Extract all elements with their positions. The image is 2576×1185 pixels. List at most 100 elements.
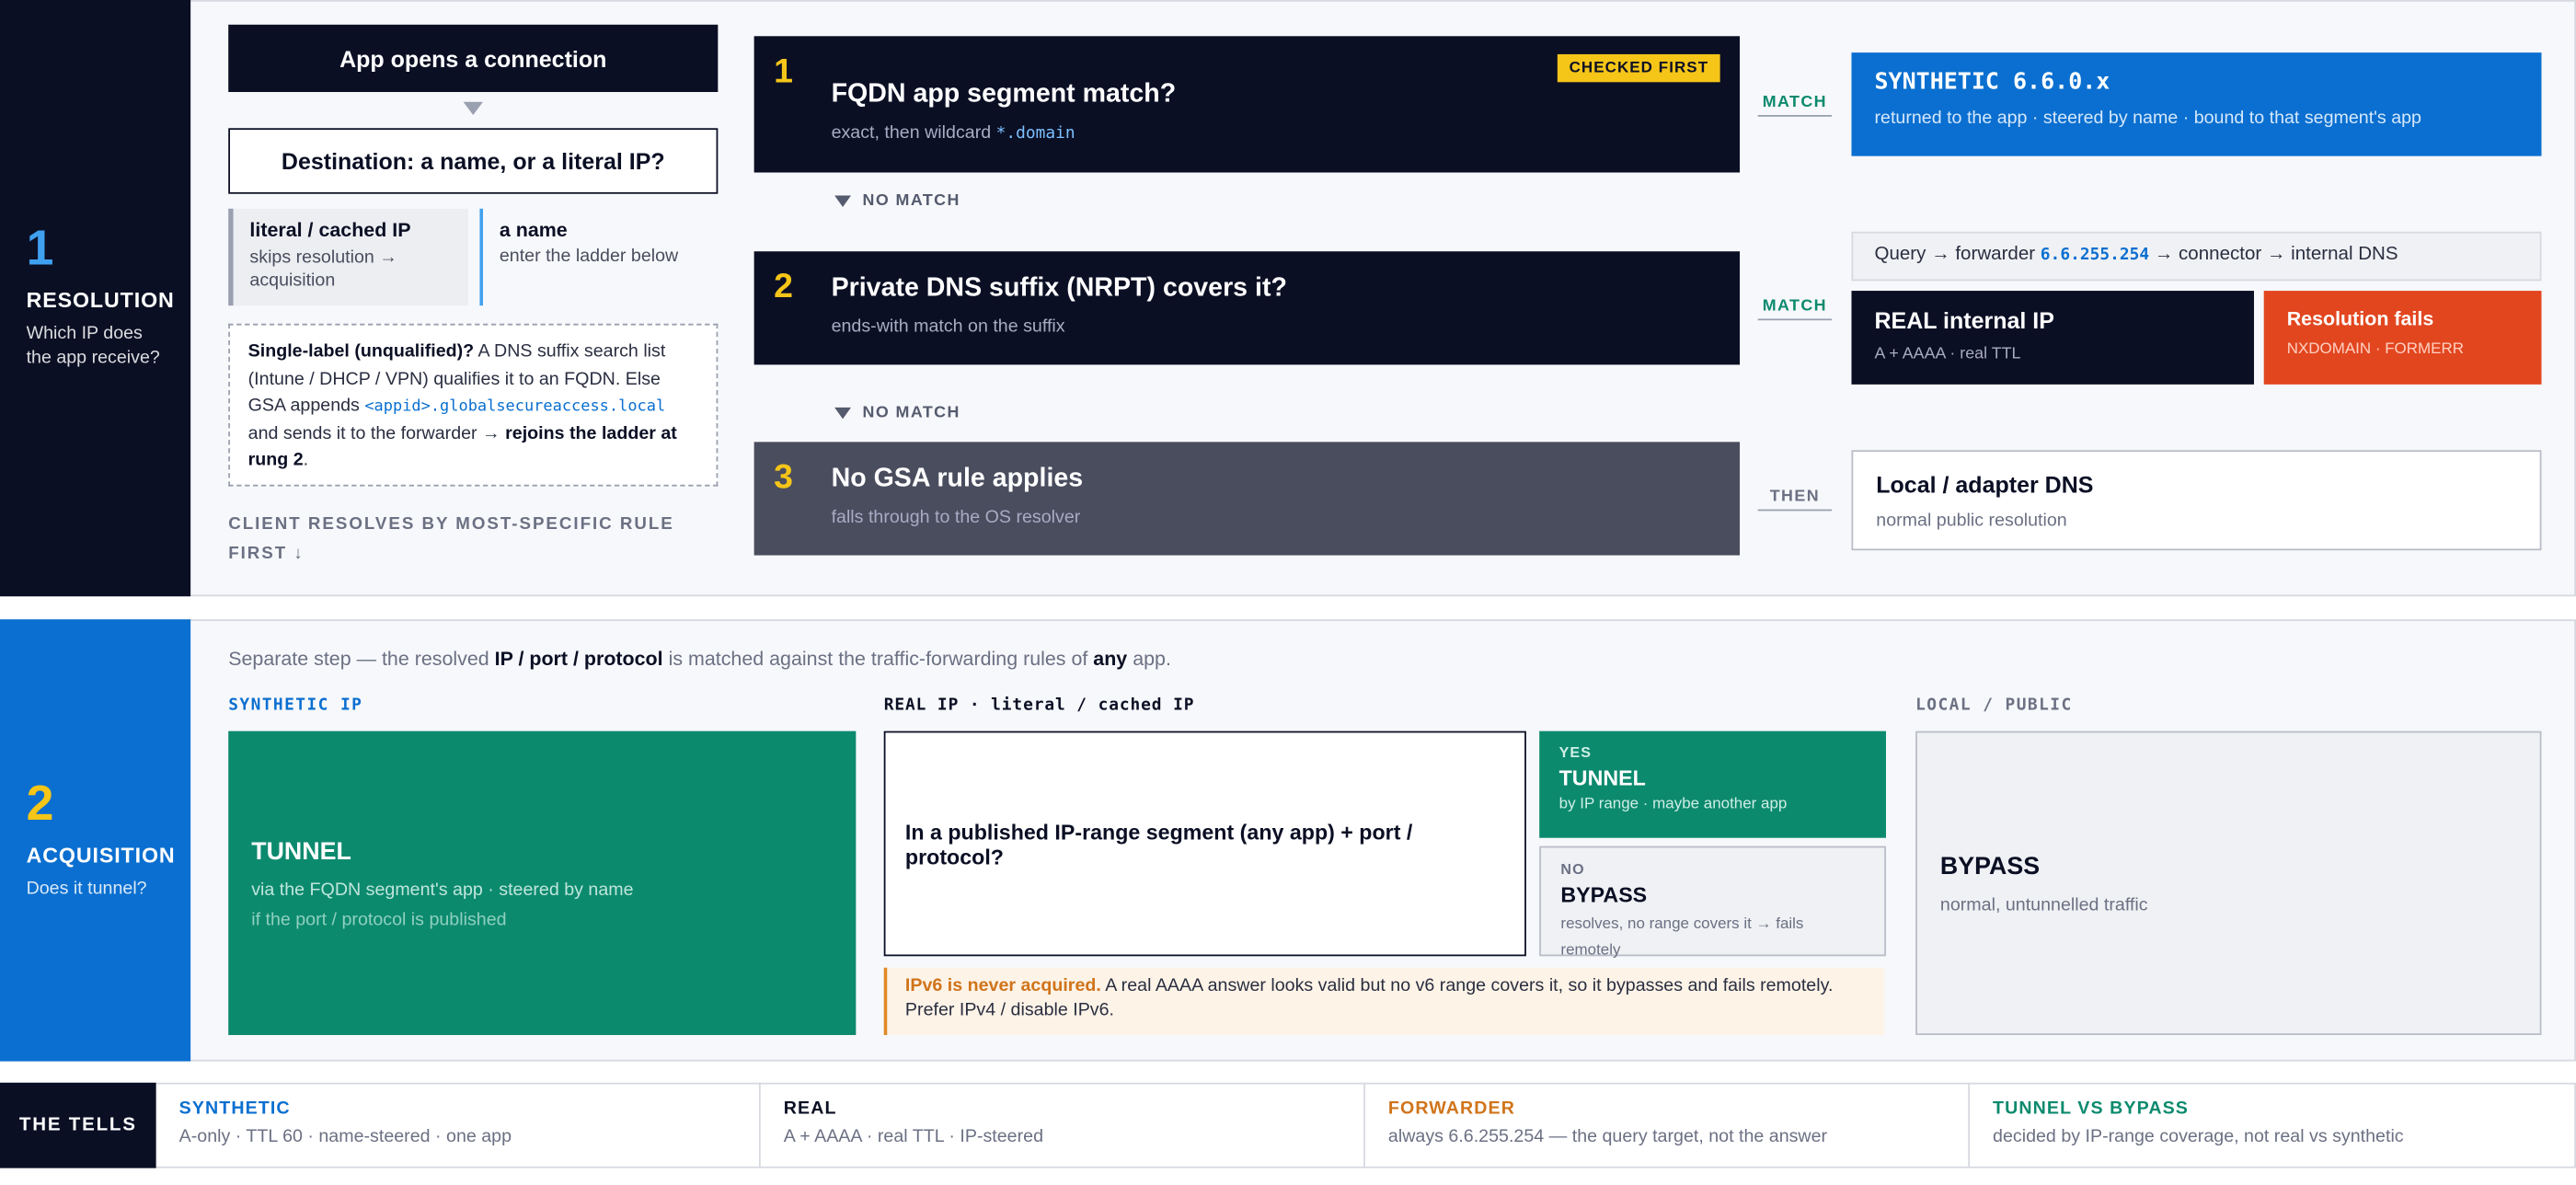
synthetic-tunnel-sub: via the FQDN segment's app · steered by … [251, 880, 634, 900]
literal-ip-sub: skips resolution → acquisition [249, 247, 397, 292]
yes-tag: YES [1558, 743, 1593, 761]
yes-tunnel-card: YES TUNNEL by IP range · maybe another a… [1539, 731, 1886, 838]
client-rule-caption: CLIENT RESOLVES BY MOST-SPECIFIC RULE FI… [228, 513, 674, 564]
no-bypass-title: BYPASS [1560, 881, 1648, 907]
acquisition-stage-label: 2 ACQUISITION Does it tunnel? [0, 619, 191, 1062]
real-ip-result: REAL internal IP A + AAAA · real TTL [1851, 291, 2254, 385]
synthetic-tunnel-title: TUNNEL [251, 836, 351, 866]
ipv6-warning-bold: IPv6 is never acquired. [904, 975, 1101, 996]
tell-synthetic: SYNTHETIC A-only · TTL 60 · name-steered… [156, 1082, 761, 1168]
acquisition-intro: Separate step — the resolved IP / port /… [228, 648, 1171, 671]
then-label: THEN [1769, 488, 1821, 506]
single-label-code: <appid>.globalsecureaccess.local [364, 397, 666, 416]
no-bypass-sub: resolves, no range covers it → fails rem… [1560, 915, 1804, 961]
resolution-stage-subtitle: Which IP does the app receive? [26, 324, 160, 368]
yes-tunnel-title: TUNNEL [1558, 765, 1646, 790]
resolution-stage-title: RESOLUTION [26, 287, 175, 313]
name-sub: enter the ladder below [499, 246, 679, 267]
ip-range-question: In a published IP-range segment (any app… [904, 819, 1413, 869]
synthetic-tunnel-sub2: if the port / protocol is published [251, 909, 507, 929]
tell-synthetic-text: A-only · TTL 60 · name-steered · one app [178, 1126, 512, 1147]
intro-text3: app. [1127, 647, 1171, 671]
intro-text1: Separate step — the resolved [228, 647, 495, 671]
rung-2-number: 2 [774, 268, 793, 306]
local-dns-subtitle: normal public resolution [1876, 511, 2067, 531]
single-label-bold: Single-label (unqualified)? [247, 341, 475, 362]
rung-3-title: No GSA rule applies [831, 465, 1084, 493]
rung-1-wildcard-code: *.domain [995, 124, 1075, 144]
rung-1: 1 FQDN app segment match? exact, then wi… [753, 36, 1741, 173]
checked-first-badge: CHECKED FIRST [1558, 53, 1720, 83]
rung-1-sub-text: exact, then wildcard [831, 122, 996, 144]
match-connector-2: MATCH [1757, 297, 1833, 321]
rung-3: 3 No GSA rule applies falls through to t… [753, 442, 1741, 556]
acquisition-stage-number: 2 [26, 776, 54, 831]
single-label-text2: and sends it to the forwarder → [247, 422, 506, 443]
destination-label: Destination: a name, or a literal IP? [281, 147, 665, 175]
intro-text2: is matched against the traffic-forwardin… [662, 647, 1094, 671]
real-ip-heading: REAL IP · literal / cached IP [883, 696, 1195, 715]
tell-forwarder-head: FORWARDER [1387, 1099, 1515, 1120]
rung-2-title: Private DNS suffix (NRPT) covers it? [831, 274, 1287, 303]
acquisition-stage-subtitle: Does it tunnel? [26, 878, 147, 899]
tell-forwarder-text: always 6.6.255.254 — the query target, n… [1387, 1126, 1828, 1147]
synthetic-result: SYNTHETIC 6.6.0.x returned to the app · … [1851, 52, 2542, 156]
tell-synthetic-head: SYNTHETIC [178, 1099, 291, 1120]
synthetic-tunnel-card: TUNNEL via the FQDN segment's app · stee… [228, 731, 857, 1035]
tells-label-box: THE TELLS [0, 1082, 156, 1168]
tell-forwarder: FORWARDER always 6.6.255.254 — the query… [1365, 1082, 1971, 1168]
connector-line [1757, 318, 1833, 321]
rung-3-number: 3 [774, 458, 793, 497]
tell-real-text: A + AAAA · real TTL · IP-steered [783, 1126, 1044, 1147]
resolution-stage-label: 1 RESOLUTION Which IP does the app recei… [0, 0, 191, 597]
name-card: a name enter the ladder below [479, 208, 718, 306]
literal-ip-card: literal / cached IP skips resolution → a… [228, 208, 468, 306]
local-bypass-sub: normal, untunnelled traffic [1939, 894, 2148, 915]
connector-line [1757, 509, 1833, 512]
query-forwarder-box: Query → forwarder 6.6.255.254 → connecto… [1851, 231, 2542, 282]
match-2-label: MATCH [1762, 297, 1828, 316]
then-connector: THEN [1757, 488, 1833, 512]
intro-any: any [1093, 647, 1128, 671]
literal-ip-title: literal / cached IP [249, 218, 411, 242]
single-label-end: . [303, 450, 309, 470]
match-connector-1: MATCH [1757, 93, 1833, 117]
destination-box: Destination: a name, or a literal IP? [228, 128, 719, 194]
rung-3-subtitle: falls through to the OS resolver [831, 507, 1081, 528]
match-1-label: MATCH [1762, 93, 1828, 112]
rung-1-title: FQDN app segment match? [831, 80, 1177, 109]
name-title: a name [499, 218, 568, 242]
tell-real: REAL A + AAAA · real TTL · IP-steered [761, 1082, 1365, 1168]
tell-tunnel-head: TUNNEL VS BYPASS [1993, 1099, 2189, 1120]
rung-1-number: 1 [774, 52, 793, 91]
no-tag: NO [1560, 860, 1585, 878]
local-dns-title: Local / adapter DNS [1876, 471, 2094, 499]
local-bypass-title: BYPASS [1939, 851, 2041, 880]
resolution-stage-number: 1 [26, 222, 54, 277]
real-ip-subtitle: A + AAAA · real TTL [1874, 344, 2021, 363]
resolution-fails-title: Resolution fails [2286, 306, 2434, 330]
forwarder-ip-code: 6.6.255.254 [2040, 246, 2150, 265]
synthetic-subtitle: returned to the app · steered by name · … [1874, 108, 2421, 129]
app-opens-box: App opens a connection [228, 24, 719, 92]
rung-2-subtitle: ends-with match on the suffix [831, 316, 1065, 338]
triangle-down-icon [834, 407, 851, 420]
ipv6-warning: IPv6 is never acquired. A real AAAA answ… [883, 967, 1885, 1035]
query-text2: → connector → internal DNS [2149, 245, 2398, 265]
rung-1-subtitle: exact, then wildcard *.domain [832, 123, 1740, 143]
rung-2: 2 Private DNS suffix (NRPT) covers it? e… [753, 251, 1741, 365]
tell-tunnel-vs-bypass: TUNNEL VS BYPASS decided by IP-range cov… [1970, 1083, 2576, 1168]
real-ip-title: REAL internal IP [1874, 306, 2054, 334]
connector-line [1757, 114, 1833, 117]
no-match-2-label: NO MATCH [862, 404, 960, 422]
triangle-down-icon [834, 195, 851, 207]
intro-bold: IP / port / protocol [494, 647, 663, 671]
resolution-fails-subtitle: NXDOMAIN · FORMERR [2286, 339, 2464, 359]
synthetic-title: SYNTHETIC 6.6.0.x [1874, 68, 2110, 96]
local-dns-result: Local / adapter DNS normal public resolu… [1851, 450, 2542, 551]
acquisition-stage-title: ACQUISITION [26, 842, 176, 868]
synthetic-ip-heading: SYNTHETIC IP [228, 696, 363, 715]
no-bypass-card: NO BYPASS resolves, no range covers it →… [1539, 846, 1886, 960]
tells-label: THE TELLS [18, 1115, 137, 1135]
query-text1: Query → forwarder [1874, 245, 2041, 265]
